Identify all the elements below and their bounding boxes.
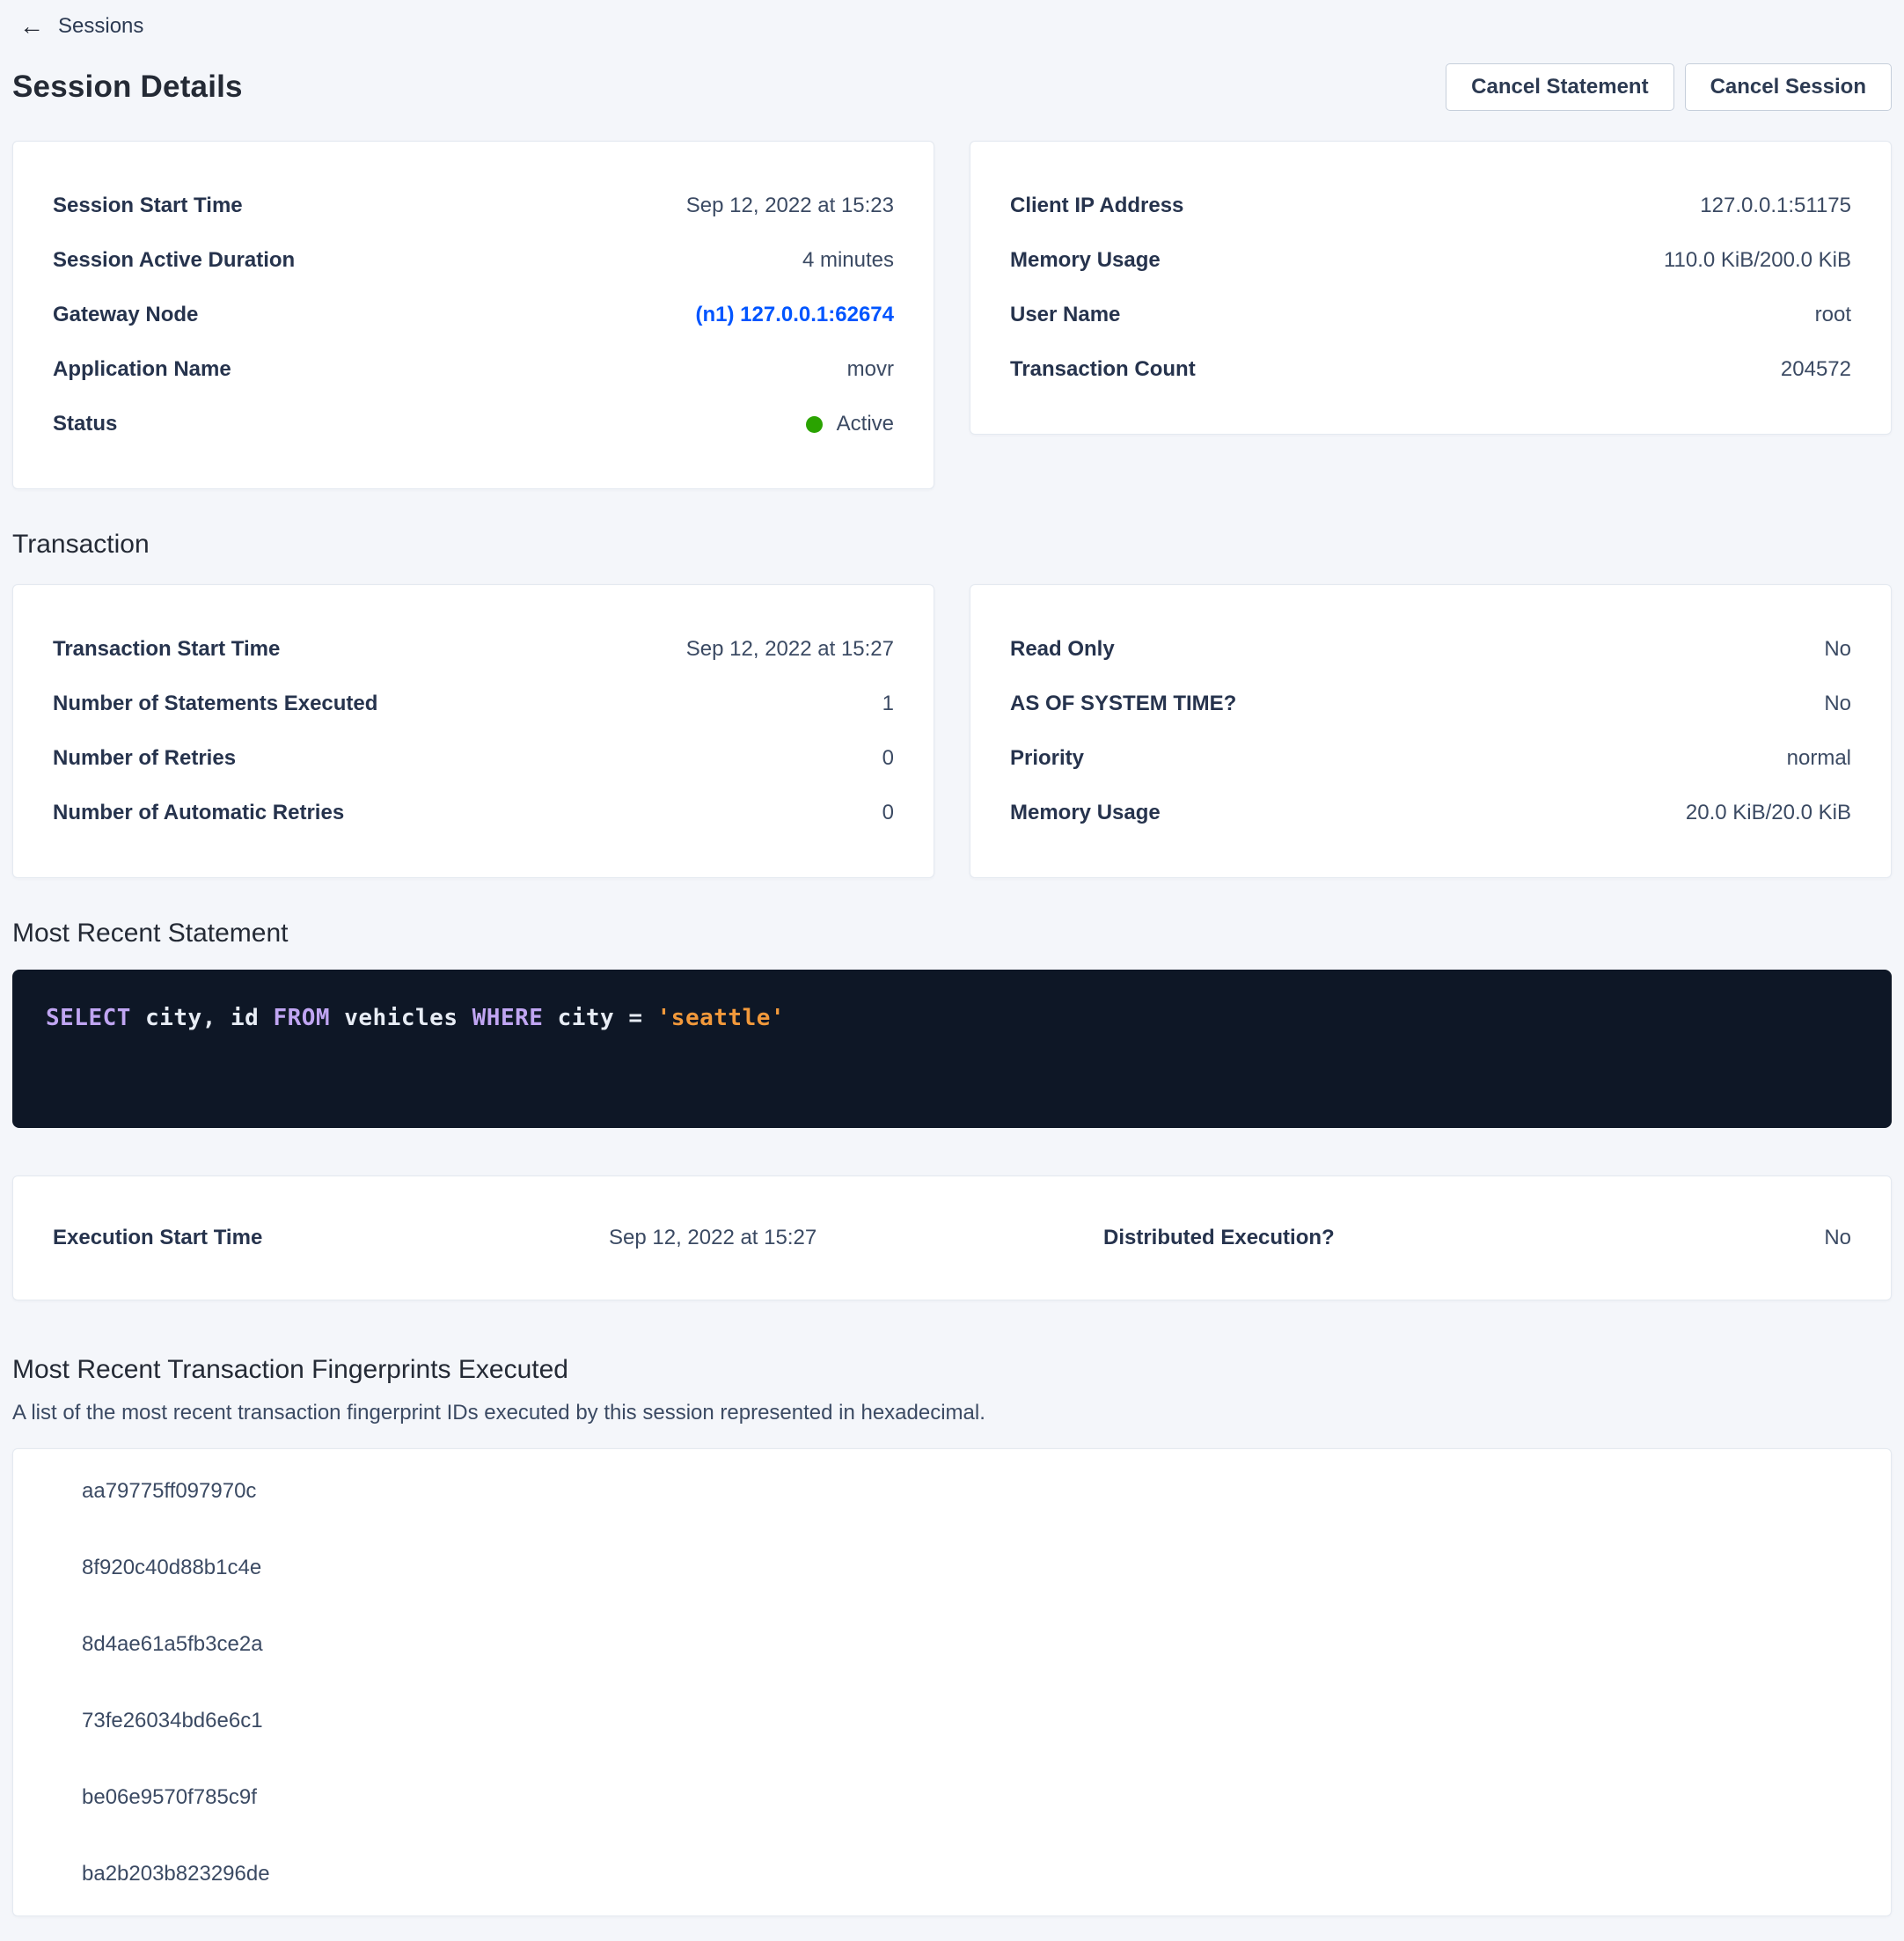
breadcrumb-back-sessions[interactable]: ← Sessions bbox=[12, 9, 150, 44]
sql-string-literal: 'seattle' bbox=[657, 1005, 785, 1031]
page-title: Session Details bbox=[12, 70, 243, 105]
table-row: Status Active bbox=[53, 397, 894, 451]
transaction-section: Transaction Start Time Sep 12, 2022 at 1… bbox=[12, 584, 1892, 878]
session-active-duration-label: Session Active Duration bbox=[53, 248, 295, 273]
fingerprints-card: aa79775ff097970c 8f920c40d88b1c4e 8d4ae6… bbox=[12, 1448, 1892, 1916]
table-row: Transaction Count 204572 bbox=[1010, 342, 1851, 397]
status-value: Active bbox=[837, 412, 894, 436]
execution-card: Execution Start Time Sep 12, 2022 at 15:… bbox=[12, 1176, 1892, 1300]
table-row: Transaction Start Time Sep 12, 2022 at 1… bbox=[53, 622, 894, 677]
session-active-duration-value: 4 minutes bbox=[802, 248, 894, 273]
status-label: Status bbox=[53, 412, 117, 436]
gateway-node-label: Gateway Node bbox=[53, 303, 198, 327]
read-only-value: No bbox=[1824, 637, 1851, 662]
table-row: Number of Statements Executed 1 bbox=[53, 677, 894, 731]
list-item: 73fe26034bd6e6c1 bbox=[13, 1682, 1891, 1759]
table-row: Application Name movr bbox=[53, 342, 894, 397]
execution-row: Execution Start Time Sep 12, 2022 at 15:… bbox=[53, 1226, 1851, 1250]
client-ip-value: 127.0.0.1:51175 bbox=[1700, 194, 1851, 218]
transaction-card-right: Read Only No AS OF SYSTEM TIME? No Prior… bbox=[970, 584, 1892, 878]
session-start-time-label: Session Start Time bbox=[53, 194, 243, 218]
table-row: Memory Usage 20.0 KiB/20.0 KiB bbox=[1010, 786, 1851, 840]
table-row: Number of Retries 0 bbox=[53, 731, 894, 786]
priority-label: Priority bbox=[1010, 746, 1084, 771]
status-active-dot-icon bbox=[806, 416, 823, 433]
statements-executed-label: Number of Statements Executed bbox=[53, 692, 377, 716]
client-ip-label: Client IP Address bbox=[1010, 194, 1183, 218]
table-row: Session Active Duration 4 minutes bbox=[53, 233, 894, 288]
application-name-value: movr bbox=[847, 357, 894, 382]
cancel-session-button[interactable]: Cancel Session bbox=[1685, 63, 1892, 111]
table-row: Priority normal bbox=[1010, 731, 1851, 786]
automatic-retries-label: Number of Automatic Retries bbox=[53, 801, 344, 825]
sql-statement-box: SELECT city, id FROM vehicles WHERE city… bbox=[12, 970, 1892, 1128]
table-row: Client IP Address 127.0.0.1:51175 bbox=[1010, 179, 1851, 233]
status-badge: Active bbox=[806, 412, 894, 436]
sql-text: vehicles bbox=[330, 1005, 472, 1031]
cancel-statement-button[interactable]: Cancel Statement bbox=[1446, 63, 1673, 111]
back-arrow-icon: ← bbox=[19, 14, 44, 39]
transaction-start-time-label: Transaction Start Time bbox=[53, 637, 280, 662]
page-header: Session Details Cancel Statement Cancel … bbox=[12, 63, 1892, 111]
user-name-label: User Name bbox=[1010, 303, 1120, 327]
sql-text: city = bbox=[543, 1005, 656, 1031]
list-item: 8d4ae61a5fb3ce2a bbox=[13, 1606, 1891, 1682]
list-item: 8f920c40d88b1c4e bbox=[13, 1529, 1891, 1606]
fingerprints-description: A list of the most recent transaction fi… bbox=[12, 1401, 1892, 1425]
retries-label: Number of Retries bbox=[53, 746, 236, 771]
memory-usage-label: Memory Usage bbox=[1010, 248, 1161, 273]
list-item: be06e9570f785c9f bbox=[13, 1759, 1891, 1835]
automatic-retries-value: 0 bbox=[882, 801, 894, 825]
as-of-system-time-value: No bbox=[1824, 692, 1851, 716]
session-summary-section: Session Start Time Sep 12, 2022 at 15:23… bbox=[12, 141, 1892, 489]
table-row: AS OF SYSTEM TIME? No bbox=[1010, 677, 1851, 731]
retries-value: 0 bbox=[882, 746, 894, 771]
transaction-section-heading: Transaction bbox=[12, 530, 1892, 560]
transaction-card-left: Transaction Start Time Sep 12, 2022 at 1… bbox=[12, 584, 934, 878]
table-row: Memory Usage 110.0 KiB/200.0 KiB bbox=[1010, 233, 1851, 288]
session-start-time-value: Sep 12, 2022 at 15:23 bbox=[686, 194, 894, 218]
table-row: User Name root bbox=[1010, 288, 1851, 342]
statement-section-heading: Most Recent Statement bbox=[12, 919, 1892, 949]
table-row: Gateway Node (n1) 127.0.0.1:62674 bbox=[53, 288, 894, 342]
session-details-page: ← Sessions Session Details Cancel Statem… bbox=[0, 0, 1904, 1941]
priority-value: normal bbox=[1787, 746, 1851, 771]
user-name-value: root bbox=[1815, 303, 1851, 327]
table-row: Session Start Time Sep 12, 2022 at 15:23 bbox=[53, 179, 894, 233]
sql-keyword: WHERE bbox=[472, 1005, 544, 1031]
execution-start-time-value: Sep 12, 2022 at 15:27 bbox=[609, 1226, 1103, 1250]
transaction-count-value: 204572 bbox=[1781, 357, 1851, 382]
txn-memory-usage-value: 20.0 KiB/20.0 KiB bbox=[1686, 801, 1851, 825]
session-summary-card-right: Client IP Address 127.0.0.1:51175 Memory… bbox=[970, 141, 1892, 435]
table-row: Read Only No bbox=[1010, 622, 1851, 677]
sql-keyword: FROM bbox=[273, 1005, 330, 1031]
list-item: ba2b203b823296de bbox=[13, 1835, 1891, 1912]
fingerprints-section-heading: Most Recent Transaction Fingerprints Exe… bbox=[12, 1355, 1892, 1385]
breadcrumb-label: Sessions bbox=[58, 14, 143, 39]
distributed-execution-label: Distributed Execution? bbox=[1103, 1226, 1578, 1250]
statements-executed-value: 1 bbox=[882, 692, 894, 716]
memory-usage-value: 110.0 KiB/200.0 KiB bbox=[1664, 248, 1851, 273]
read-only-label: Read Only bbox=[1010, 637, 1115, 662]
transaction-count-label: Transaction Count bbox=[1010, 357, 1196, 382]
txn-memory-usage-label: Memory Usage bbox=[1010, 801, 1161, 825]
header-actions: Cancel Statement Cancel Session bbox=[1446, 63, 1892, 111]
sql-keyword: SELECT bbox=[46, 1005, 131, 1031]
gateway-node-link[interactable]: (n1) 127.0.0.1:62674 bbox=[696, 303, 894, 327]
session-summary-card-left: Session Start Time Sep 12, 2022 at 15:23… bbox=[12, 141, 934, 489]
execution-start-time-label: Execution Start Time bbox=[53, 1226, 609, 1250]
table-row: Number of Automatic Retries 0 bbox=[53, 786, 894, 840]
transaction-start-time-value: Sep 12, 2022 at 15:27 bbox=[686, 637, 894, 662]
as-of-system-time-label: AS OF SYSTEM TIME? bbox=[1010, 692, 1236, 716]
distributed-execution-value: No bbox=[1578, 1226, 1851, 1250]
application-name-label: Application Name bbox=[53, 357, 231, 382]
sql-text: city, id bbox=[131, 1005, 274, 1031]
list-item: aa79775ff097970c bbox=[13, 1453, 1891, 1529]
